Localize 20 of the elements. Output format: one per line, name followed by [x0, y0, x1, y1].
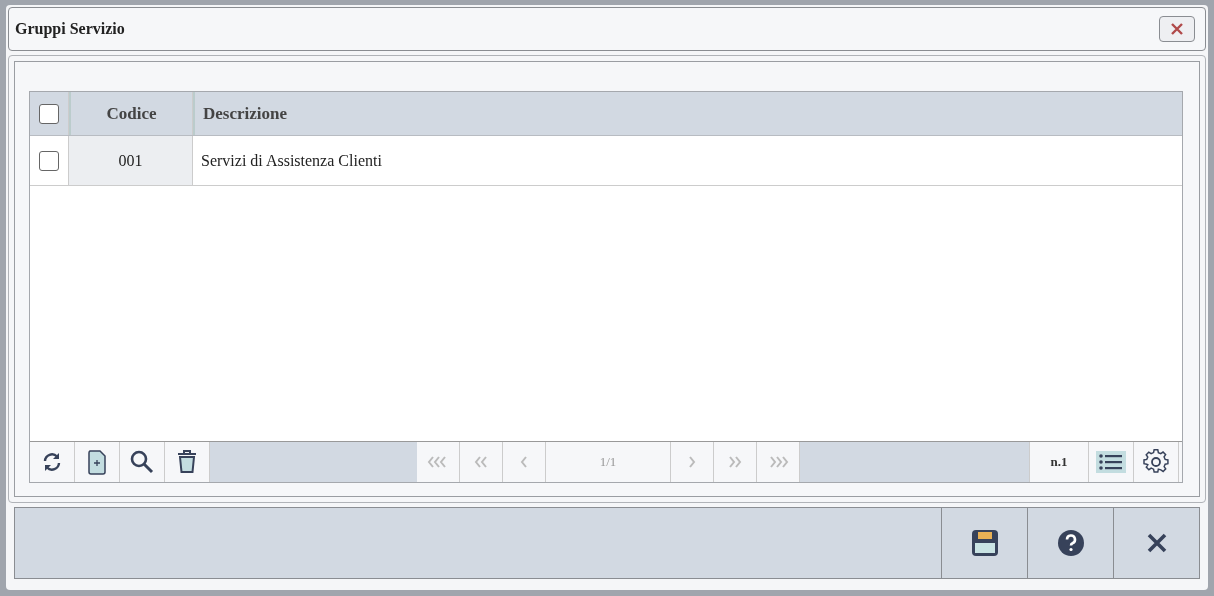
close-button[interactable]: [1159, 16, 1195, 42]
table-cell: 001: [69, 136, 193, 185]
table-cell-text: Servizi di Assistenza Clienti: [200, 150, 383, 171]
row-checkbox[interactable]: [39, 150, 59, 171]
close-icon: [1169, 21, 1185, 37]
window-title: Gruppi Servizio: [15, 20, 125, 38]
close-icon: [1145, 532, 1168, 554]
select-all-checkbox[interactable]: [39, 103, 59, 124]
search-icon: [129, 449, 155, 475]
double-chevron-left-icon: [473, 455, 489, 469]
document-plus-icon: [85, 449, 109, 475]
triple-chevron-left-icon: [427, 455, 449, 469]
double-chevron-right-icon: [727, 455, 743, 469]
chevron-right-icon: [687, 455, 697, 469]
trash-icon: [175, 449, 199, 475]
column-header[interactable]: Descrizione: [193, 92, 1182, 135]
question-mark-icon: [1056, 529, 1085, 557]
gear-icon: [1143, 449, 1169, 475]
triple-chevron-right-icon: [767, 455, 789, 469]
chevron-left-icon: [519, 455, 529, 469]
